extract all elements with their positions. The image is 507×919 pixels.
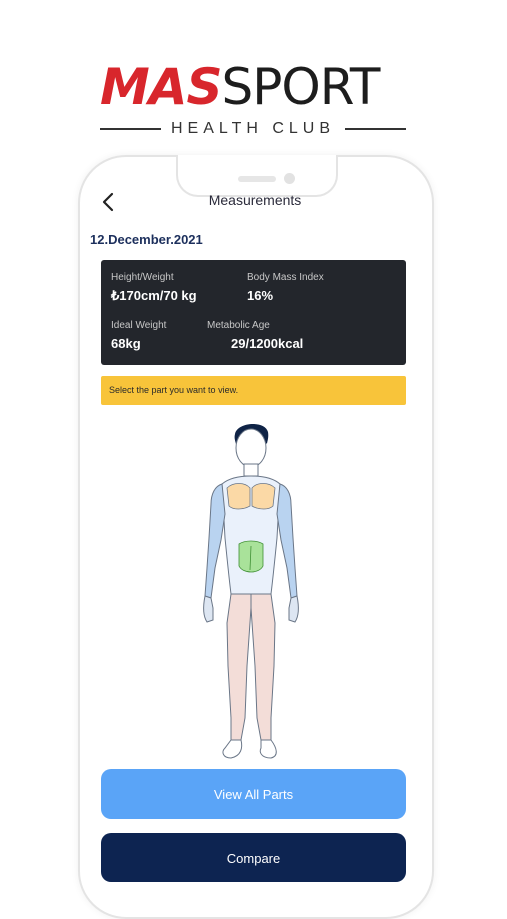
compare-button[interactable]: Compare — [101, 833, 406, 882]
body-part-left-foot — [222, 739, 243, 759]
chevron-left-icon[interactable] — [97, 190, 121, 214]
stat-ideal-weight: Ideal Weight 68kg — [111, 320, 166, 351]
stats-card: Height/Weight ₺170cm/70 kg Body Mass Ind… — [101, 260, 406, 365]
stat-label: Metabolic Age — [207, 320, 270, 331]
stat-label: Height/Weight — [111, 272, 174, 283]
stat-bmi: Body Mass Index 16% — [247, 272, 324, 303]
stat-value: 29/1200kcal — [231, 336, 304, 351]
body-part-right-hand — [288, 595, 299, 623]
stat-label: Body Mass Index — [247, 272, 324, 283]
logo-divider — [100, 128, 161, 130]
body-part-left-leg — [226, 593, 252, 741]
stat-value: ₺170cm/70 kg — [111, 288, 197, 303]
phone-speaker — [238, 176, 276, 182]
measurement-date: 12.December.2021 — [90, 232, 203, 247]
stat-value: 68kg — [111, 336, 141, 351]
hint-banner: Select the part you want to view. — [101, 376, 406, 405]
body-part-right-arm — [276, 483, 298, 599]
stat-label: Ideal Weight — [111, 320, 167, 331]
body-part-neck — [243, 463, 259, 477]
body-map[interactable] — [195, 418, 307, 763]
body-part-right-foot — [259, 739, 277, 759]
phone-camera — [284, 173, 295, 184]
body-part-left-arm — [204, 483, 226, 599]
page-title: Measurements — [208, 192, 302, 208]
stat-value: 16% — [247, 288, 274, 303]
stat-metabolic-age: Metabolic Age 29/1200kcal — [207, 320, 303, 351]
logo-wordmark: MASSPORT — [100, 62, 380, 112]
view-all-parts-button[interactable]: View All Parts — [101, 769, 406, 819]
body-part-abs — [238, 540, 264, 573]
body-part-right-leg — [250, 593, 276, 741]
brand-logo: MASSPORT HEALTH CLUB — [100, 62, 410, 142]
logo-subtitle-row: HEALTH CLUB — [100, 120, 406, 138]
body-part-chest — [226, 483, 251, 510]
logo-mas: MAS — [100, 58, 222, 116]
body-part-head — [235, 428, 267, 468]
logo-subtitle: HEALTH CLUB — [170, 120, 336, 137]
body-part-left-hand — [203, 595, 214, 623]
logo-sport: SPORT — [221, 58, 380, 116]
stat-height-weight: Height/Weight ₺170cm/70 kg — [111, 272, 197, 304]
logo-divider — [345, 128, 406, 130]
body-part-chest — [251, 483, 276, 510]
